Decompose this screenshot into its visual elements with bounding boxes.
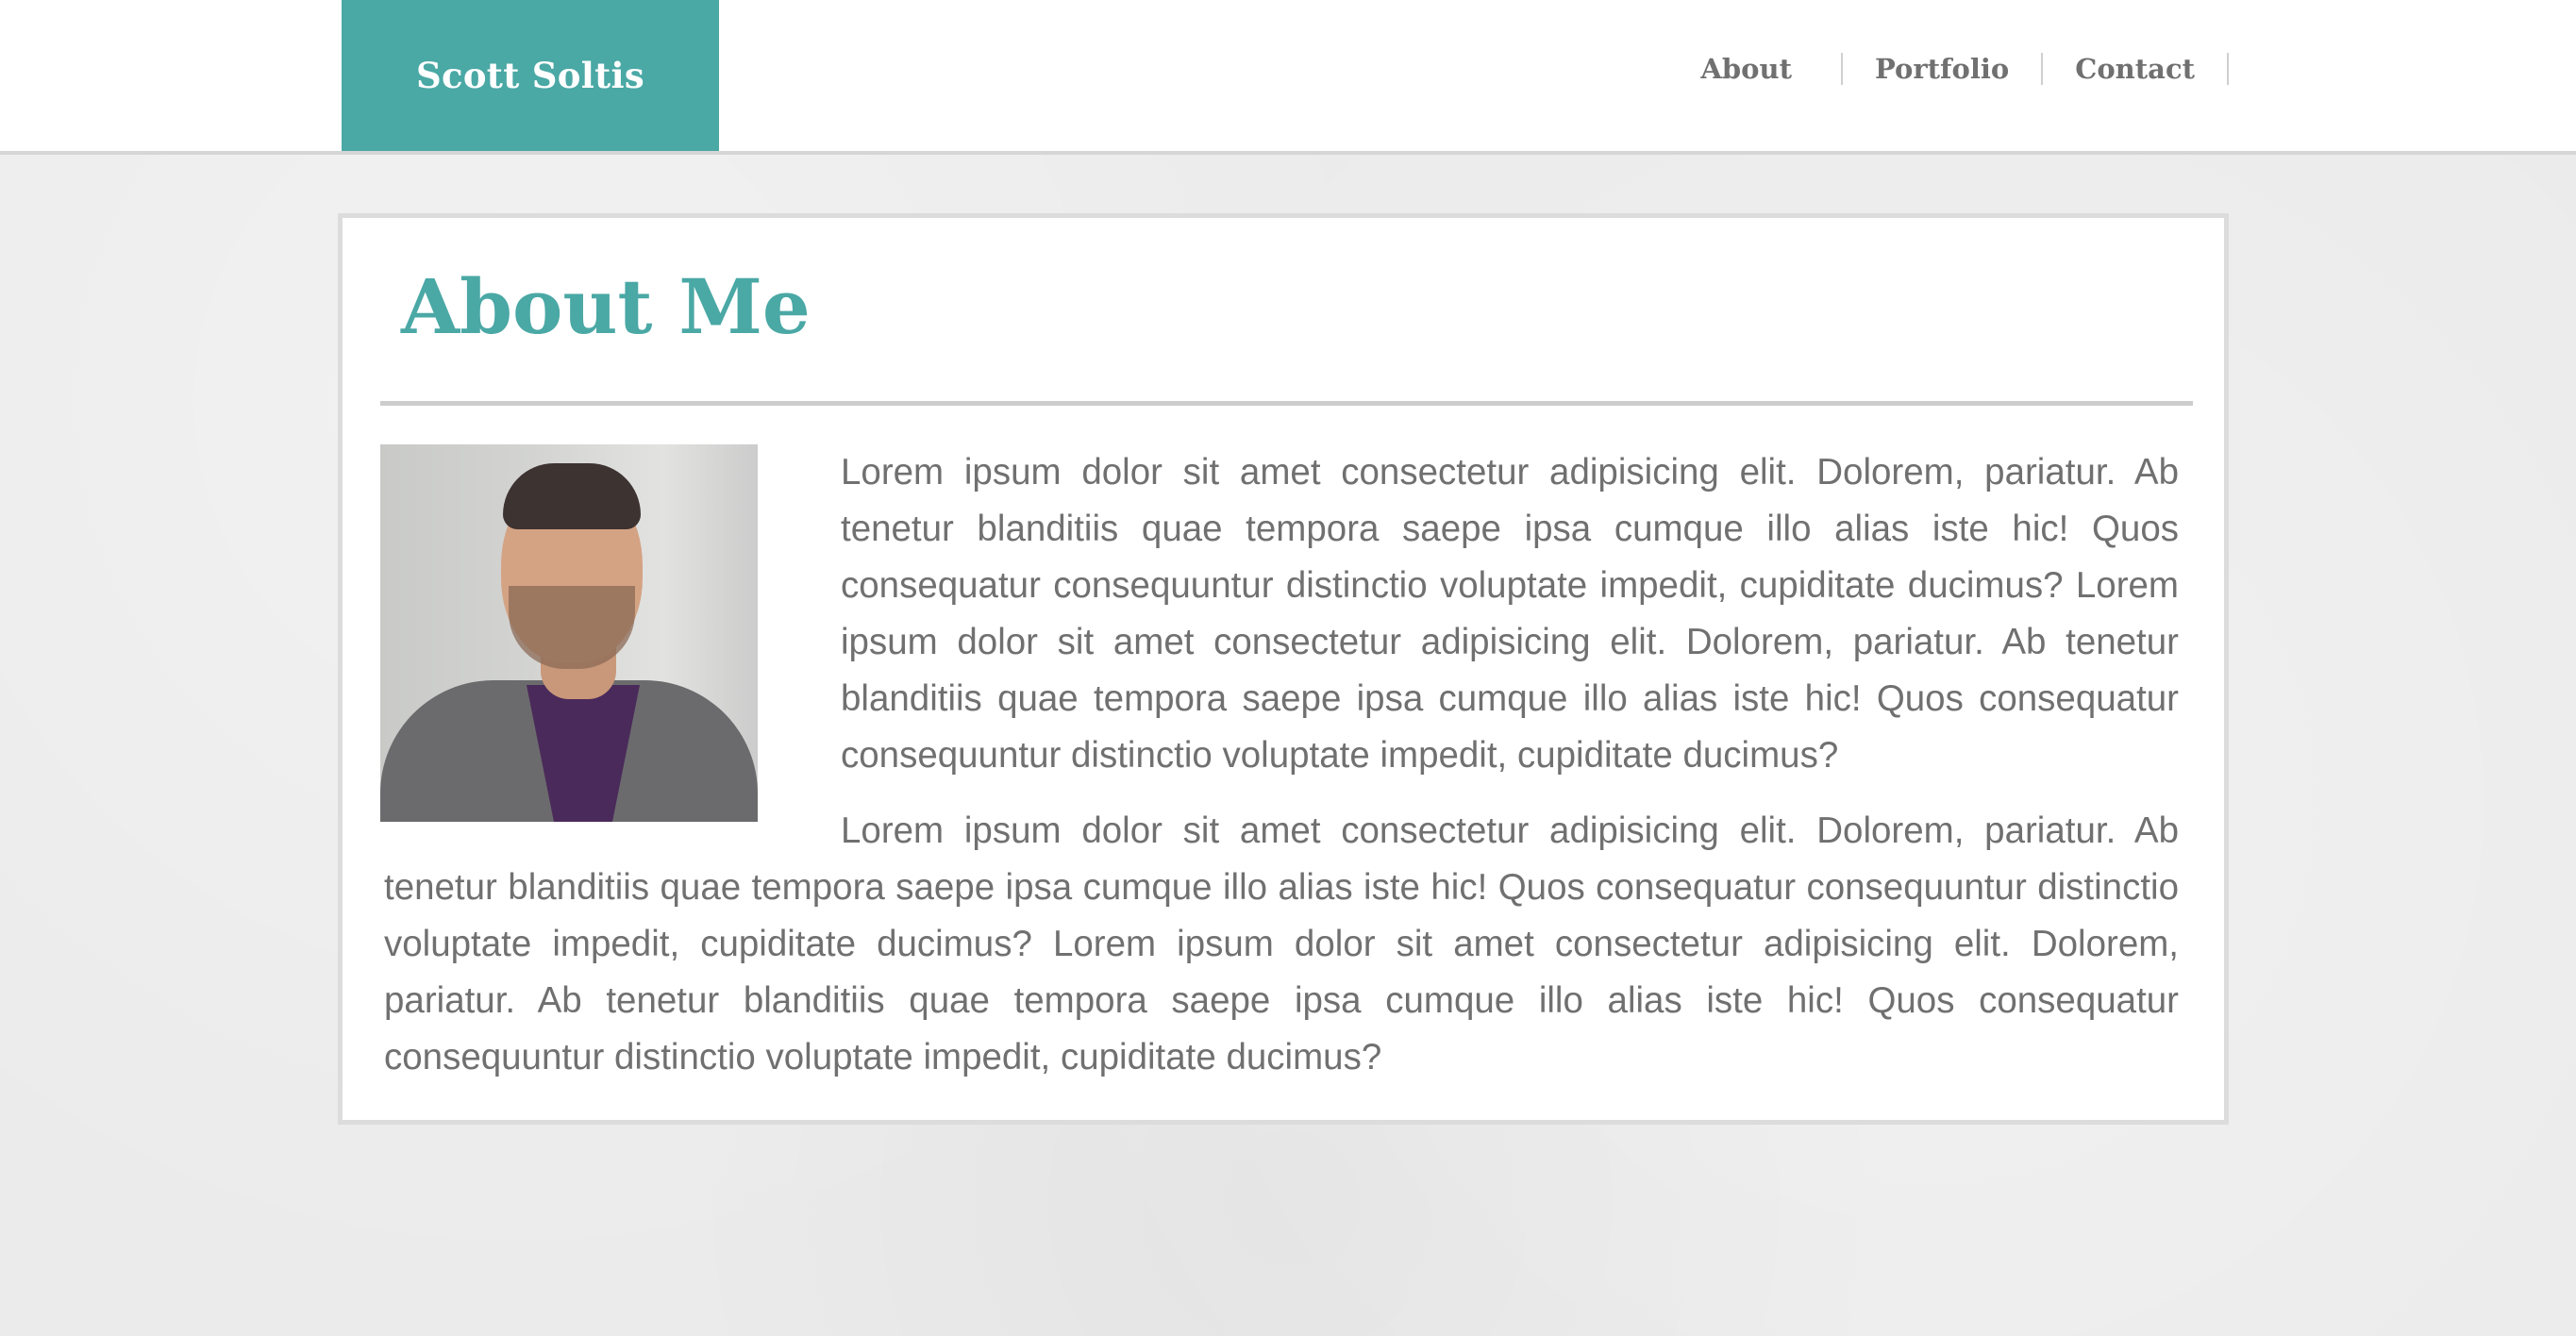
about-card: About Me Lorem ipsum dolor sit amet cons… xyxy=(338,213,2229,1125)
photo-hair xyxy=(503,463,641,529)
nav-link-contact[interactable]: Contact xyxy=(2043,53,2229,85)
nav-link-about[interactable]: About xyxy=(1700,53,1843,85)
profile-photo xyxy=(380,444,758,822)
about-paragraph-2: Lorem ipsum dolor sit amet consectetur a… xyxy=(384,810,2179,1077)
site-header: Scott Soltis About Portfolio Contact xyxy=(0,0,2576,155)
about-content: Lorem ipsum dolor sit amet consectetur a… xyxy=(380,444,2179,1086)
title-divider xyxy=(380,401,2193,406)
main-nav: About Portfolio Contact xyxy=(1700,0,2229,138)
site-logo[interactable]: Scott Soltis xyxy=(342,0,719,151)
nav-link-portfolio[interactable]: Portfolio xyxy=(1843,53,2044,85)
page-title: About Me xyxy=(401,262,811,351)
